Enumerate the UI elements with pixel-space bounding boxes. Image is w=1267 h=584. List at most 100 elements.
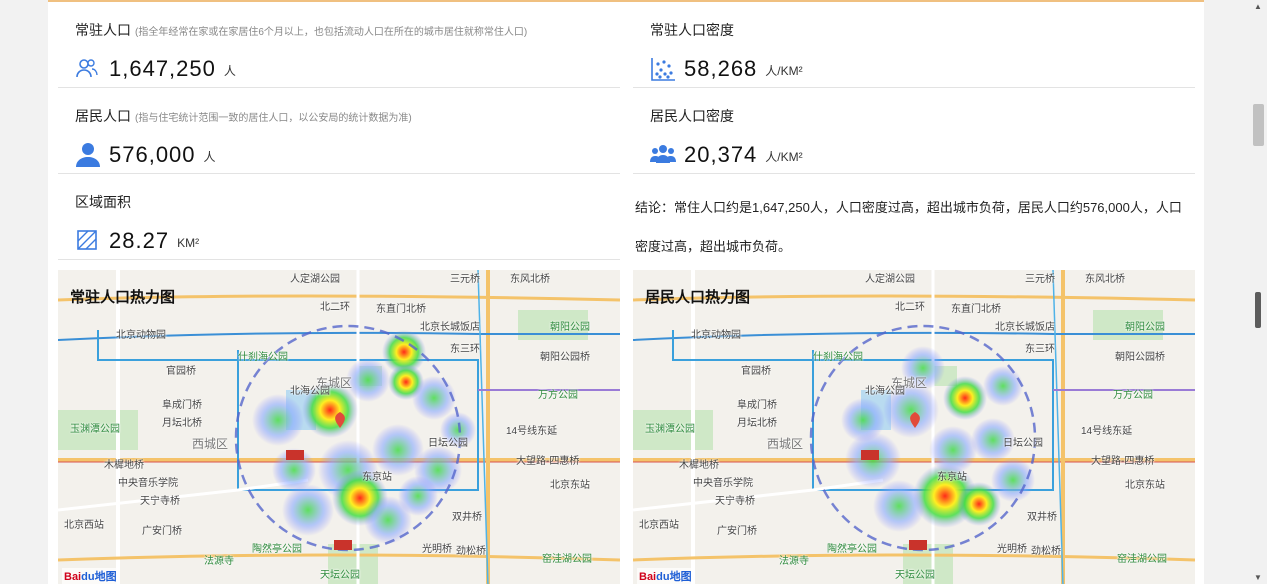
map-label: 什刹海公园 bbox=[238, 352, 288, 363]
map-label: 广安门桥 bbox=[142, 526, 182, 537]
stat-title: 常驻人口密度 bbox=[650, 22, 734, 38]
map-label: 陶然亭公园 bbox=[252, 544, 302, 555]
map-label: 法源寺 bbox=[779, 556, 809, 567]
person-icon bbox=[75, 142, 101, 168]
stat-value: 1,647,250 bbox=[109, 56, 216, 81]
map-label: 双井桥 bbox=[452, 512, 482, 523]
map-label: 人定湖公园 bbox=[865, 274, 915, 285]
stat-household-density: 居民人口密度 20,374 人/KM² bbox=[633, 88, 1195, 174]
map-label: 北京东站 bbox=[1125, 480, 1165, 491]
stat-title: 居民人口密度 bbox=[650, 108, 734, 124]
map-label: 北京动物园 bbox=[116, 330, 166, 341]
map-label: 14号线东延 bbox=[1081, 426, 1133, 437]
map-label: 朝阳公园 bbox=[550, 322, 590, 333]
map-label: 日坛公园 bbox=[1003, 438, 1043, 449]
map-label: 西城区 bbox=[192, 437, 229, 451]
map-label: 东直门北桥 bbox=[951, 304, 1001, 315]
map-title: 居民人口热力图 bbox=[645, 289, 751, 306]
map-label: 北京长城饭店 bbox=[995, 322, 1055, 333]
stat-unit: 人 bbox=[203, 150, 216, 164]
stat-resident-density: 常驻人口密度 58,268 人/KM² bbox=[633, 2, 1195, 88]
map-label: 天宁寺桥 bbox=[140, 496, 180, 507]
map-label: 玉渊潭公园 bbox=[70, 424, 120, 435]
vertical-scrollbar[interactable]: ▲ ▼ bbox=[1250, 0, 1267, 584]
map-label: 光明桥 bbox=[422, 544, 452, 555]
map-label: 东京站 bbox=[362, 472, 392, 483]
baidu-logo-blue: du地图 bbox=[656, 571, 692, 583]
stat-value: 20,374 bbox=[684, 142, 758, 167]
stat-unit: KM² bbox=[177, 236, 200, 250]
stat-area: 区域面积 28.27 KM² bbox=[58, 174, 620, 260]
map-label: 北海公园 bbox=[290, 386, 330, 397]
map-label: 劲松桥 bbox=[456, 546, 486, 557]
scroll-down-icon[interactable]: ▼ bbox=[1254, 573, 1262, 582]
content-panel: 常驻人口 (指全年经常在家或在家居住6个月以上，也包括流动人口在所在的城市居住就称… bbox=[48, 0, 1204, 584]
map-label: 光明桥 bbox=[997, 544, 1027, 555]
baidu-map-logo[interactable]: Baidu地图 bbox=[637, 568, 694, 584]
baidu-logo-red: Bai bbox=[64, 571, 82, 583]
stat-resident-population: 常驻人口 (指全年经常在家或在家居住6个月以上，也包括流动人口在所在的城市居住就称… bbox=[58, 2, 620, 88]
map-label: 东直门北桥 bbox=[376, 304, 426, 315]
map-label: 三元桥 bbox=[1025, 274, 1055, 285]
baidu-map-logo[interactable]: Baidu地图 bbox=[62, 568, 119, 584]
map-label: 天宁寺桥 bbox=[715, 496, 755, 507]
map-label: 大望路-四惠桥 bbox=[516, 456, 580, 467]
map-label: 东京站 bbox=[937, 472, 967, 483]
map-label: 玉渊潭公园 bbox=[645, 424, 695, 435]
map-label: 月坛北桥 bbox=[737, 418, 777, 429]
area-icon bbox=[75, 228, 101, 254]
stat-household-population: 居民人口 (指与住宅统计范围一致的居住人口，以公安局的统计数据为准) 576,00… bbox=[58, 88, 620, 174]
map-label: 北京西站 bbox=[64, 520, 104, 531]
conclusion-text: 结论：常住人口约是1,647,250人，人口密度过高，超出城市负荷，居民人口约5… bbox=[635, 200, 1182, 254]
map-label: 万方公园 bbox=[538, 390, 578, 401]
map-label: 阜成门桥 bbox=[162, 400, 202, 411]
map-label: 官园桥 bbox=[741, 366, 771, 377]
group-icon bbox=[650, 142, 676, 168]
stat-unit: 人/KM² bbox=[765, 64, 803, 78]
stats-left-column: 常驻人口 (指全年经常在家或在家居住6个月以上，也包括流动人口在所在的城市居住就称… bbox=[58, 2, 620, 260]
map-label: 天坛公园 bbox=[895, 570, 935, 581]
stat-value: 576,000 bbox=[109, 142, 196, 167]
resident-heatmap[interactable]: 常驻人口热力图 东城区 西城区 北海公园 什刹海公园 北京动物园 官园桥 阜成门桥 月坛北桥 玉渊… bbox=[58, 270, 620, 584]
map-label: 中央音乐学院 bbox=[118, 478, 178, 489]
map-label: 北二环 bbox=[895, 302, 925, 313]
map-label: 窑洼湖公园 bbox=[542, 554, 592, 565]
stat-unit: 人/KM² bbox=[765, 150, 803, 164]
map-label: 北二环 bbox=[320, 302, 350, 313]
map-label: 窑洼湖公园 bbox=[1117, 554, 1167, 565]
scroll-marker bbox=[1255, 292, 1261, 328]
stat-title: 常驻人口 bbox=[75, 22, 131, 38]
scroll-up-icon[interactable]: ▲ bbox=[1254, 2, 1262, 11]
map-label: 木樨地桥 bbox=[679, 460, 719, 471]
map-label: 东风北桥 bbox=[1085, 274, 1125, 285]
scatter-density-icon bbox=[650, 56, 676, 82]
people-outline-icon bbox=[75, 56, 101, 82]
map-label: 万方公园 bbox=[1113, 390, 1153, 401]
map-label: 劲松桥 bbox=[1031, 546, 1061, 557]
stat-note: (指全年经常在家或在家居住6个月以上，也包括流动人口在所在的城市居住就称常住人口… bbox=[135, 27, 528, 38]
map-label: 东三环 bbox=[1025, 344, 1055, 355]
stat-unit: 人 bbox=[223, 64, 236, 78]
map-label: 北京动物园 bbox=[691, 330, 741, 341]
map-label: 朝阳公园 bbox=[1125, 322, 1165, 333]
map-label: 东三环 bbox=[450, 344, 480, 355]
map-label: 大望路-四惠桥 bbox=[1091, 456, 1155, 467]
map-label: 广安门桥 bbox=[717, 526, 757, 537]
map-label: 什刹海公园 bbox=[813, 352, 863, 363]
map-label: 月坛北桥 bbox=[162, 418, 202, 429]
map-label: 日坛公园 bbox=[428, 438, 468, 449]
map-label: 三元桥 bbox=[450, 274, 480, 285]
stat-value: 28.27 bbox=[109, 228, 170, 253]
map-label: 阜成门桥 bbox=[737, 400, 777, 411]
map-label: 东风北桥 bbox=[510, 274, 550, 285]
map-label: 官园桥 bbox=[166, 366, 196, 377]
map-label: 北海公园 bbox=[865, 386, 905, 397]
map-label: 双井桥 bbox=[1027, 512, 1057, 523]
map-title: 常驻人口热力图 bbox=[70, 289, 176, 306]
stat-title: 居民人口 bbox=[75, 108, 131, 124]
household-heatmap[interactable]: 居民人口热力图 东城区 西城区 北海公园 什刹海公园 北京动物园 官园桥 阜成门桥 月坛北桥 玉渊… bbox=[633, 270, 1195, 584]
map-label: 14号线东延 bbox=[506, 426, 558, 437]
scroll-thumb[interactable] bbox=[1253, 104, 1264, 146]
map-label: 北京东站 bbox=[550, 480, 590, 491]
map-label: 陶然亭公园 bbox=[827, 544, 877, 555]
